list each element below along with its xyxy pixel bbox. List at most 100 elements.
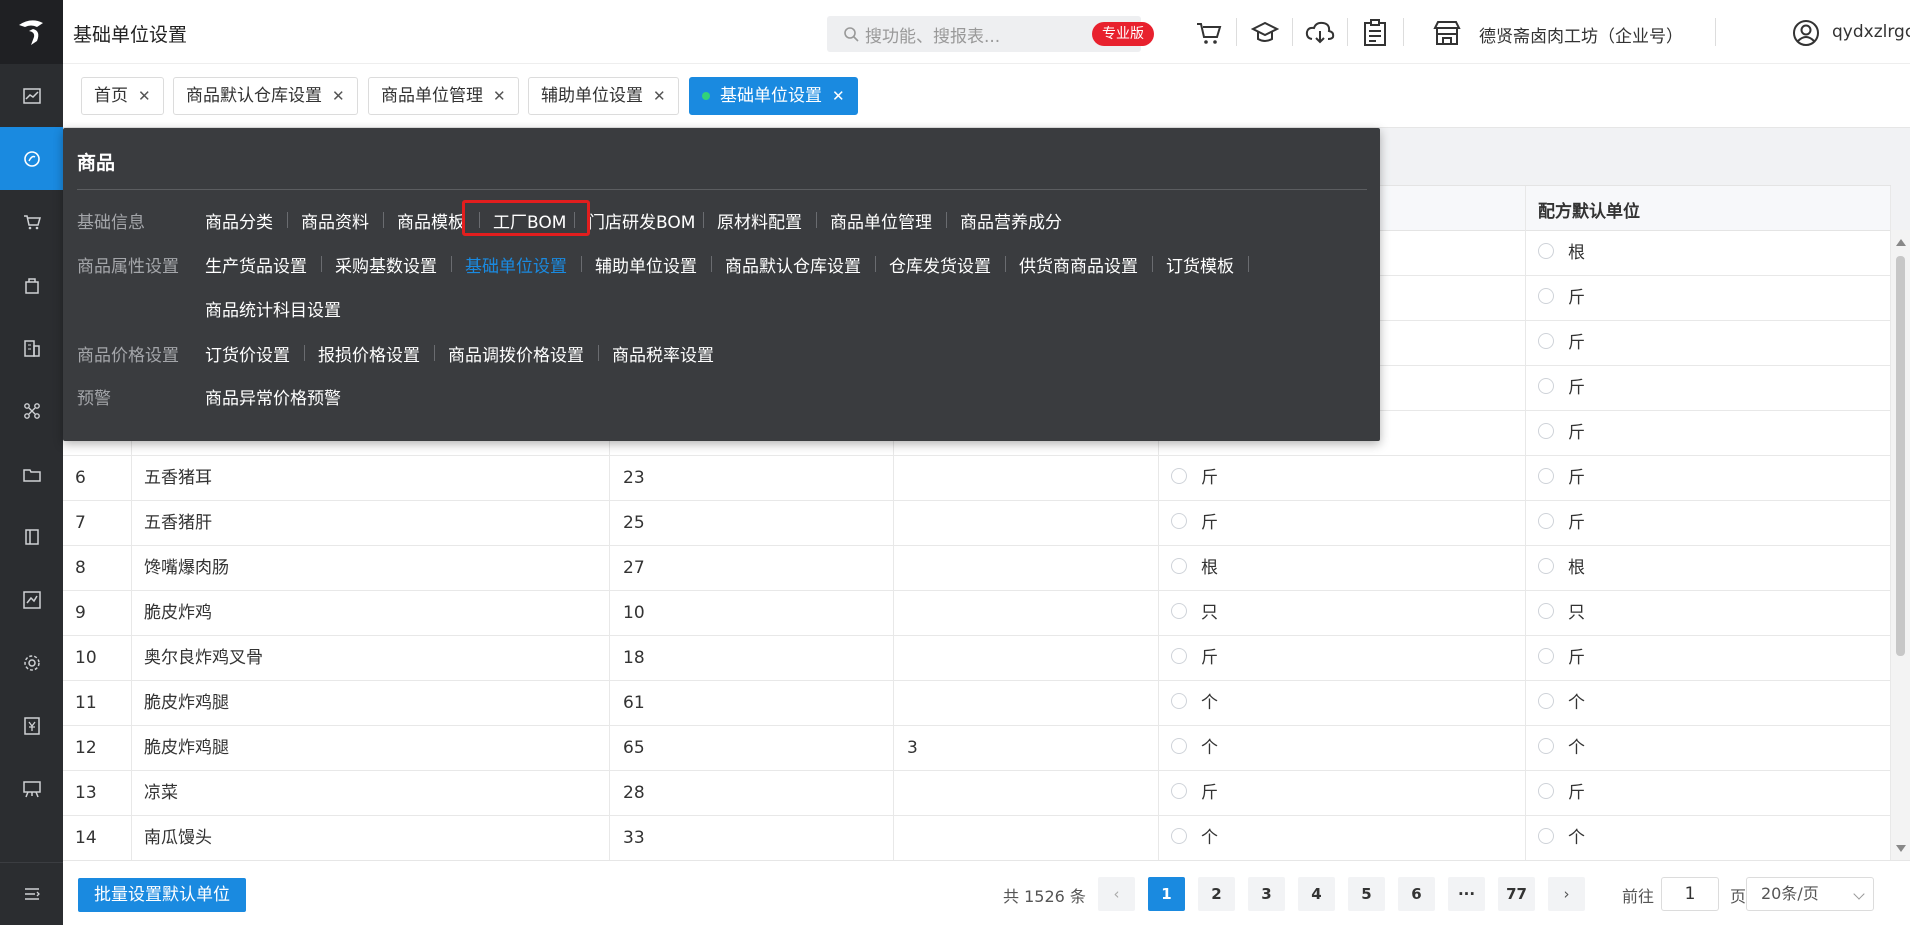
- menu-item[interactable]: 商品模板: [397, 208, 465, 233]
- menu-item[interactable]: 商品营养成分: [960, 208, 1062, 233]
- nav-product-icon[interactable]: [0, 127, 63, 190]
- menu-item[interactable]: 订货价设置: [205, 341, 290, 366]
- nav-bag-icon[interactable]: [0, 253, 63, 316]
- radio-icon[interactable]: [1538, 783, 1554, 799]
- page-button[interactable]: 3: [1248, 877, 1285, 911]
- page-button[interactable]: 6: [1398, 877, 1435, 911]
- batch-set-default-unit-button[interactable]: 批量设置默认单位: [78, 878, 246, 912]
- menu-item[interactable]: 辅助单位设置: [595, 252, 697, 277]
- nav-report-icon[interactable]: [0, 568, 63, 631]
- page-button[interactable]: 2: [1198, 877, 1235, 911]
- close-icon[interactable]: ✕: [138, 78, 151, 114]
- nav-settings-icon[interactable]: [0, 631, 63, 694]
- nav-board-icon[interactable]: [0, 757, 63, 820]
- base-unit-radio[interactable]: 斤: [1171, 456, 1218, 501]
- page-button[interactable]: 5: [1348, 877, 1385, 911]
- formula-unit-radio[interactable]: 斤: [1538, 321, 1585, 366]
- menu-item[interactable]: 订货模板: [1166, 252, 1234, 277]
- nav-building-icon[interactable]: [0, 316, 63, 379]
- prev-page-button[interactable]: ‹: [1098, 877, 1135, 911]
- cart-icon[interactable]: [1193, 17, 1225, 49]
- menu-item[interactable]: 原材料配置: [717, 208, 802, 233]
- nav-folder-icon[interactable]: [0, 442, 63, 505]
- menu-item[interactable]: 商品分类: [205, 208, 273, 233]
- clipboard-icon[interactable]: [1359, 17, 1391, 49]
- formula-unit-radio[interactable]: 个: [1538, 816, 1585, 860]
- radio-icon[interactable]: [1538, 288, 1554, 304]
- radio-icon[interactable]: [1538, 513, 1554, 529]
- base-unit-radio[interactable]: 只: [1171, 591, 1218, 636]
- more-pages-button[interactable]: ···: [1448, 877, 1485, 911]
- user-avatar-icon[interactable]: [1790, 17, 1822, 49]
- formula-unit-radio[interactable]: 只: [1538, 591, 1585, 636]
- radio-icon[interactable]: [1538, 693, 1554, 709]
- next-page-button[interactable]: ›: [1548, 877, 1585, 911]
- radio-icon[interactable]: [1171, 783, 1187, 799]
- radio-icon[interactable]: [1538, 648, 1554, 664]
- goto-page-input[interactable]: 1: [1661, 877, 1719, 911]
- menu-item[interactable]: 商品调拨价格设置: [448, 341, 584, 366]
- menu-item[interactable]: 生产货品设置: [205, 252, 307, 277]
- radio-icon[interactable]: [1538, 243, 1554, 259]
- formula-unit-radio[interactable]: 根: [1538, 546, 1585, 591]
- radio-icon[interactable]: [1538, 828, 1554, 844]
- table-scrollbar[interactable]: [1891, 230, 1910, 860]
- formula-unit-radio[interactable]: 个: [1538, 681, 1585, 726]
- close-icon[interactable]: ✕: [832, 78, 845, 114]
- page-button[interactable]: 1: [1148, 877, 1185, 911]
- menu-item[interactable]: 商品资料: [301, 208, 369, 233]
- radio-icon[interactable]: [1171, 558, 1187, 574]
- collapse-menu-icon[interactable]: [0, 862, 63, 925]
- radio-icon[interactable]: [1171, 513, 1187, 529]
- base-unit-radio[interactable]: 斤: [1171, 636, 1218, 681]
- close-icon[interactable]: ✕: [332, 78, 345, 114]
- radio-icon[interactable]: [1171, 738, 1187, 754]
- formula-unit-radio[interactable]: 斤: [1538, 366, 1585, 411]
- menu-item[interactable]: 报损价格设置: [318, 341, 420, 366]
- close-icon[interactable]: ✕: [653, 78, 666, 114]
- radio-icon[interactable]: [1538, 603, 1554, 619]
- nav-dashboard-icon[interactable]: [0, 64, 63, 127]
- base-unit-radio[interactable]: 个: [1171, 816, 1218, 860]
- radio-icon[interactable]: [1171, 603, 1187, 619]
- radio-icon[interactable]: [1171, 828, 1187, 844]
- academy-icon[interactable]: [1249, 17, 1281, 49]
- page-size-select[interactable]: 20条/页: [1746, 877, 1874, 911]
- tab-home[interactable]: 首页 ✕: [81, 77, 164, 115]
- base-unit-radio[interactable]: 斤: [1171, 501, 1218, 546]
- radio-icon[interactable]: [1538, 423, 1554, 439]
- store-icon[interactable]: [1431, 17, 1463, 49]
- scroll-thumb[interactable]: [1896, 256, 1905, 656]
- radio-icon[interactable]: [1171, 468, 1187, 484]
- radio-icon[interactable]: [1171, 648, 1187, 664]
- base-unit-radio[interactable]: 根: [1171, 546, 1218, 591]
- store-name[interactable]: 德贤斋卤肉工坊（企业号）: [1479, 22, 1683, 47]
- formula-unit-radio[interactable]: 斤: [1538, 276, 1585, 321]
- app-logo-icon[interactable]: [0, 0, 63, 64]
- base-unit-radio[interactable]: 个: [1171, 726, 1218, 771]
- radio-icon[interactable]: [1538, 468, 1554, 484]
- scroll-up-icon[interactable]: [1896, 239, 1906, 246]
- formula-unit-radio[interactable]: 斤: [1538, 636, 1585, 681]
- tab-base-unit[interactable]: 基础单位设置 ✕: [689, 77, 858, 115]
- radio-icon[interactable]: [1538, 558, 1554, 574]
- tab-product-unit-management[interactable]: 商品单位管理 ✕: [368, 77, 519, 115]
- formula-unit-radio[interactable]: 斤: [1538, 771, 1585, 816]
- formula-unit-radio[interactable]: 斤: [1538, 411, 1585, 456]
- formula-unit-radio[interactable]: 根: [1538, 231, 1585, 276]
- radio-icon[interactable]: [1171, 693, 1187, 709]
- nav-book-icon[interactable]: [0, 505, 63, 568]
- menu-item[interactable]: 商品统计科目设置: [205, 296, 341, 321]
- menu-item[interactable]: 仓库发货设置: [889, 252, 991, 277]
- close-icon[interactable]: ✕: [493, 78, 506, 114]
- radio-icon[interactable]: [1538, 738, 1554, 754]
- menu-item[interactable]: 供货商商品设置: [1019, 252, 1138, 277]
- radio-icon[interactable]: [1538, 378, 1554, 394]
- menu-item[interactable]: 商品税率设置: [612, 341, 714, 366]
- scroll-down-icon[interactable]: [1896, 845, 1906, 852]
- menu-item[interactable]: 商品默认仓库设置: [725, 252, 861, 277]
- menu-item[interactable]: 基础单位设置: [465, 252, 567, 277]
- nav-finance-icon[interactable]: [0, 694, 63, 757]
- menu-item[interactable]: 商品异常价格预警: [205, 384, 341, 409]
- pro-badge[interactable]: 专业版: [1092, 22, 1154, 46]
